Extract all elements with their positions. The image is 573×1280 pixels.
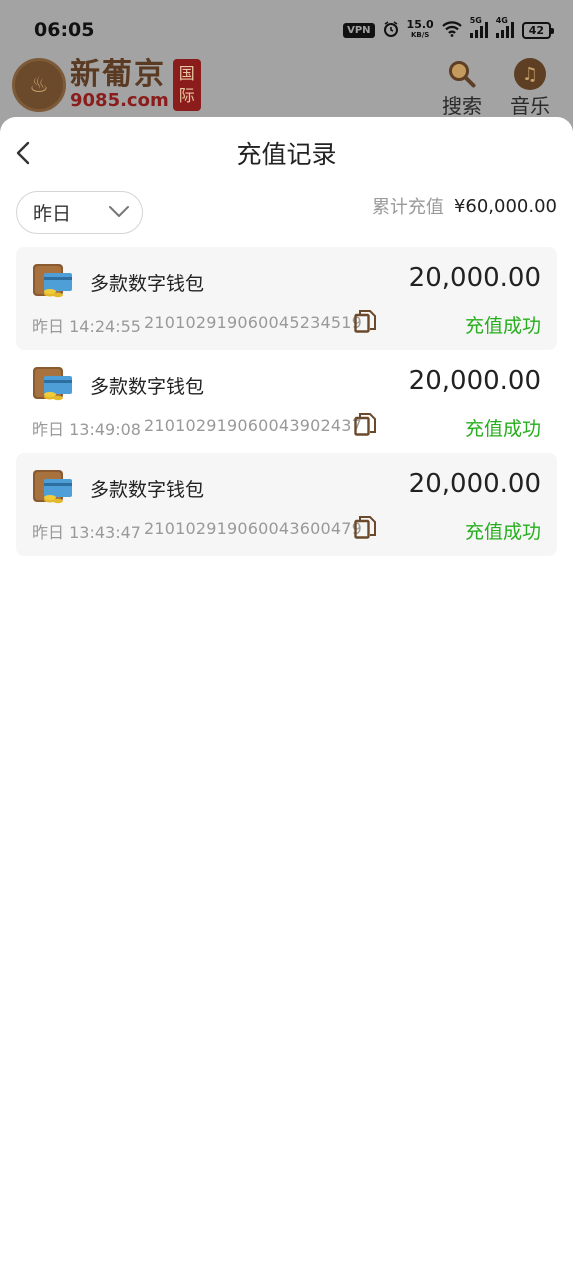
record-order-number: 210102919060043600479 <box>144 519 362 538</box>
logo-domain: 9085.com <box>70 90 169 111</box>
logo-seal-char-1: 国 <box>178 64 195 83</box>
logo-seal: 国 际 <box>172 59 201 111</box>
record-time: 昨日 13:49:08 <box>32 420 141 439</box>
total-recharge-value: ¥60,000.00 <box>453 195 557 217</box>
search-button[interactable]: 搜索 <box>442 58 482 119</box>
signal-5g-icon: 5G <box>469 16 488 38</box>
record-status: 充值成功 <box>464 521 541 543</box>
record-amount: 20,000.00 <box>408 263 541 293</box>
logo-seal-char-2: 际 <box>178 86 195 105</box>
record-method: 多款数字钱包 <box>90 479 205 501</box>
speed-unit: KB/S <box>410 31 430 39</box>
record-time: 昨日 14:24:55 <box>32 317 141 336</box>
chevron-down-icon <box>109 206 129 217</box>
music-label: 音乐 <box>510 94 550 118</box>
signal-5g-label: 5G <box>469 16 482 25</box>
status-time: 06:05 <box>34 19 95 41</box>
date-filter-value: 昨日 <box>33 203 72 225</box>
record-time: 昨日 13:43:47 <box>32 523 141 542</box>
total-recharge-label: 累计充值 <box>371 197 444 218</box>
page-title: 充值记录 <box>236 140 337 169</box>
app-logo: ♨ 新葡京 9085.com 国 际 <box>12 58 201 112</box>
vpn-icon: VPN <box>343 22 375 38</box>
search-icon <box>446 58 478 90</box>
music-button[interactable]: ♫ 音乐 <box>510 58 550 119</box>
logo-text: 新葡京 9085.com <box>70 60 169 110</box>
copy-icon[interactable] <box>354 309 376 333</box>
logo-chinese: 新葡京 <box>70 57 166 92</box>
wallet-icon <box>32 364 74 402</box>
battery-icon: 42 <box>521 21 555 39</box>
wallet-icon <box>32 261 74 299</box>
date-filter-select[interactable]: 昨日 <box>16 191 143 234</box>
status-bar: 06:05 VPN 15.0 KB/S 5G 4G 42 <box>0 0 573 60</box>
search-label: 搜索 <box>442 94 482 118</box>
record-status: 充值成功 <box>464 315 541 337</box>
wifi-icon <box>441 20 462 40</box>
wallet-icon <box>32 467 74 505</box>
speed-value: 15.0 <box>406 18 434 31</box>
record-row[interactable]: 多款数字钱包 20,000.00 昨日 13:43:47 21010291906004… <box>16 453 557 556</box>
logo-emblem-icon: ♨ <box>12 58 66 112</box>
music-icon-wrap: ♫ <box>514 58 546 90</box>
copy-icon[interactable] <box>354 515 376 539</box>
status-icons: VPN 15.0 KB/S 5G 4G 42 <box>343 16 555 40</box>
filter-row: 昨日 累计充值 ¥60,000.00 <box>0 189 573 245</box>
signal-4g-label: 4G <box>495 16 508 25</box>
record-row[interactable]: 多款数字钱包 20,000.00 昨日 14:24:55 21010291906004… <box>16 247 557 350</box>
back-button[interactable] <box>12 139 36 167</box>
copy-icon[interactable] <box>354 412 376 436</box>
record-order-number: 210102919060043902437 <box>144 416 362 435</box>
signal-4g-icon: 4G <box>495 16 514 38</box>
chevron-left-icon <box>16 141 30 165</box>
record-row[interactable]: 多款数字钱包 20,000.00 昨日 13:49:08 21010291906004… <box>16 350 557 453</box>
record-status: 充值成功 <box>464 418 541 440</box>
music-note-icon: ♫ <box>514 58 546 90</box>
record-amount: 20,000.00 <box>408 469 541 499</box>
network-speed: 15.0 KB/S <box>406 18 434 40</box>
record-amount: 20,000.00 <box>408 366 541 396</box>
total-recharge: 累计充值 ¥60,000.00 <box>372 193 557 219</box>
record-method: 多款数字钱包 <box>90 273 205 295</box>
record-order-number: 21010291906004523451​9 <box>144 313 362 332</box>
recharge-records-sheet: 充值记录 昨日 累计充值 ¥60,000.00 多款数字钱包 20,000.00 昨… <box>0 117 573 1280</box>
alarm-icon <box>383 20 399 40</box>
record-method: 多款数字钱包 <box>90 376 205 398</box>
sheet-header: 充值记录 <box>0 117 573 189</box>
